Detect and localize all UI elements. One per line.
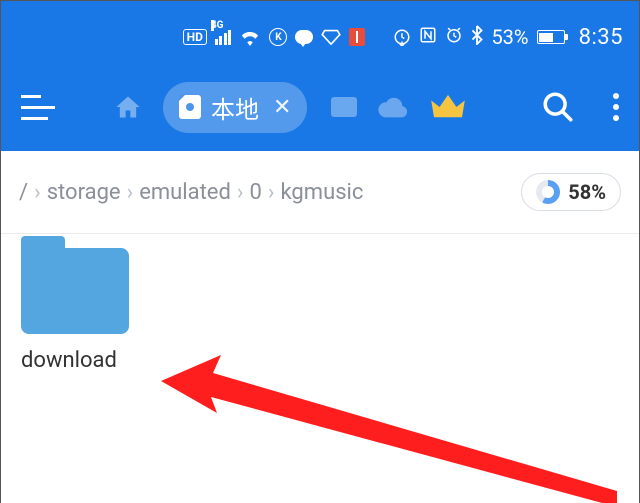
download-clock-icon <box>393 28 411 46</box>
statusbar-icons-right: 53% 8:35 <box>393 25 623 50</box>
folder-grid: download <box>1 234 639 387</box>
statusbar-icons: HD 4G K <box>183 28 366 46</box>
content-area: / › storage › emulated › 0 › kgmusic 58%… <box>1 151 639 503</box>
chevron-right-icon: › <box>34 180 41 205</box>
chevron-right-icon: › <box>268 180 275 205</box>
hd-badge-icon: HD <box>183 29 207 45</box>
folder-icon <box>21 248 129 334</box>
chevron-right-icon: › <box>127 180 134 205</box>
search-button[interactable] <box>541 90 575 124</box>
wifi-icon <box>239 28 261 46</box>
bluetooth-icon <box>471 25 483 50</box>
breadcrumb-segment[interactable]: 0 <box>250 180 262 205</box>
book-icon <box>349 28 365 46</box>
battery-icon <box>537 30 565 44</box>
breadcrumb: / › storage › emulated › 0 › kgmusic 58% <box>1 151 639 234</box>
cloud-icon[interactable] <box>377 96 407 118</box>
battery-percent: 53% <box>491 25 528 49</box>
tab-label: 本地 <box>211 90 259 125</box>
window-icon[interactable] <box>331 97 357 117</box>
diamond-icon <box>321 29 341 45</box>
home-icon[interactable] <box>113 93 143 121</box>
android-statusbar: HD 4G K <box>1 1 639 63</box>
breadcrumb-segment[interactable]: kgmusic <box>280 180 363 205</box>
breadcrumb-segment[interactable]: / <box>19 180 28 205</box>
folder-name: download <box>21 348 141 373</box>
breadcrumb-segment[interactable]: emulated <box>139 180 231 205</box>
k-circle-icon: K <box>269 28 287 46</box>
chat-bubble-icon <box>295 30 313 44</box>
storage-usage-text: 58% <box>568 180 606 204</box>
storage-donut-icon <box>536 180 560 204</box>
crown-icon[interactable] <box>431 93 465 121</box>
menu-button[interactable] <box>21 95 55 120</box>
clock-time: 8:35 <box>579 25 623 50</box>
alarm-icon <box>445 25 463 49</box>
overflow-menu-button[interactable] <box>613 93 619 121</box>
breadcrumb-segment[interactable]: storage <box>47 180 121 205</box>
storage-usage-pill[interactable]: 58% <box>521 173 621 211</box>
chevron-right-icon: › <box>237 180 244 205</box>
signal-icon: 4G <box>215 30 232 45</box>
location-tab-local[interactable]: 本地 ✕ <box>163 82 307 133</box>
nfc-icon <box>419 25 437 49</box>
close-tab-icon[interactable]: ✕ <box>273 95 291 120</box>
app-toolbar: 本地 ✕ <box>1 63 639 151</box>
sd-card-icon <box>179 95 201 119</box>
folder-item-download[interactable]: download <box>21 248 141 373</box>
